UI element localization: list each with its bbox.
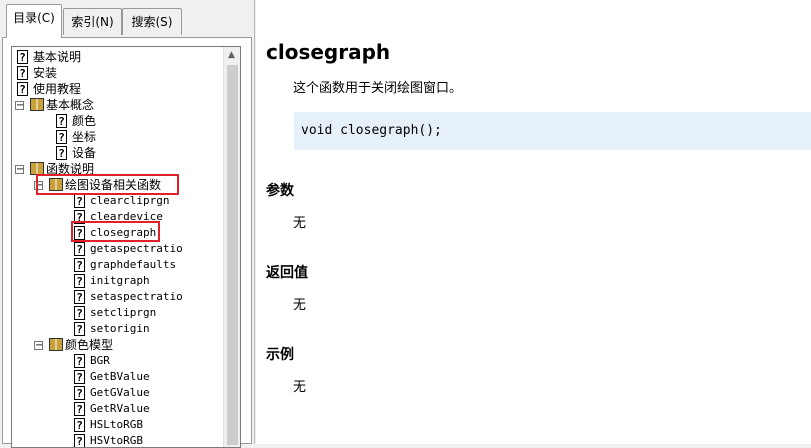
tree-item-label: 使用教程	[33, 82, 82, 96]
navigation-pane: 目录(C) 索引(N) 搜索(S) ▲ ? 基本说明? 安装? 使用教程 − 基本概念? 颜…	[0, 0, 255, 448]
tree-item-label: 绘图设备相关函数	[65, 178, 162, 192]
contents-tree[interactable]: ▲ ? 基本说明? 安装? 使用教程 − 基本概念? 颜色? 坐标? 设备 − 函数说明 − 绘图设备相…	[11, 46, 241, 448]
tree-collapse-icon[interactable]: −	[34, 341, 43, 351]
help-topic-icon: ?	[74, 402, 85, 416]
tab-search[interactable]: 搜索(S)	[122, 8, 182, 35]
topic-content: closegraph 这个函数用于关闭绘图窗口。 void closegraph…	[256, 0, 811, 444]
scrollbar-thumb[interactable]	[227, 65, 238, 445]
params-heading: 参数	[266, 183, 294, 199]
tree-item[interactable]: ? 设备	[12, 145, 220, 161]
tree-item[interactable]: ? GetBValue	[12, 369, 220, 385]
tree-item[interactable]: ? getaspectratio	[12, 241, 220, 257]
tree-item[interactable]: ? 安装	[12, 65, 220, 81]
tree-item-label: closegraph	[90, 226, 157, 239]
tree-item-label: clearcliprgn	[90, 194, 170, 207]
tree-item[interactable]: ? HSLtoRGB	[12, 417, 220, 433]
tree-item-label: HSVtoRGB	[90, 434, 143, 447]
tree-item-label: 设备	[72, 146, 97, 160]
help-topic-icon: ?	[56, 130, 67, 144]
tree-item[interactable]: ? setaspectratio	[12, 289, 220, 305]
tree-item[interactable]: ? initgraph	[12, 273, 220, 289]
help-topic-icon: ?	[74, 354, 85, 368]
tree-item-label: 颜色	[72, 114, 97, 128]
help-topic-icon: ?	[56, 146, 67, 160]
help-topic-icon: ?	[74, 258, 85, 272]
tree-item-label: setcliprgn	[90, 306, 157, 319]
tree-item-label: getaspectratio	[90, 242, 183, 255]
tree-item[interactable]: ? setorigin	[12, 321, 220, 337]
help-topic-icon: ?	[74, 210, 85, 224]
nav-tabs: 目录(C) 索引(N) 搜索(S)	[0, 0, 255, 38]
tree-item-label: GetRValue	[90, 402, 150, 415]
tree-item[interactable]: ? 使用教程	[12, 81, 220, 97]
help-topic-icon: ?	[74, 242, 85, 256]
tree-item[interactable]: − 函数说明	[12, 161, 220, 177]
help-topic-icon: ?	[74, 434, 85, 447]
tree-item-label: HSLtoRGB	[90, 418, 143, 431]
example-value: 无	[293, 380, 307, 395]
tree-item-label: initgraph	[90, 274, 150, 287]
help-topic-icon: ?	[74, 386, 85, 400]
help-topic-icon: ?	[74, 274, 85, 288]
book-icon	[49, 178, 63, 191]
help-topic-icon: ?	[74, 322, 85, 336]
tree-scrollbar[interactable]: ▲	[223, 47, 240, 447]
code-signature: void closegraph();	[294, 112, 811, 150]
tree-item-label: setaspectratio	[90, 290, 183, 303]
scroll-up-arrow-icon[interactable]: ▲	[228, 50, 235, 60]
params-value: 无	[293, 216, 307, 231]
book-icon	[30, 98, 44, 111]
book-icon	[49, 338, 63, 351]
tree-item-label: graphdefaults	[90, 258, 177, 271]
tree-item-label: GetBValue	[90, 370, 150, 383]
tree-item-label: setorigin	[90, 322, 150, 335]
tree-item-label: cleardevice	[90, 210, 163, 223]
return-value: 无	[293, 298, 307, 313]
tree-item[interactable]: ? closegraph	[12, 225, 220, 241]
tree-item-label: BGR	[90, 354, 110, 367]
tree-item[interactable]: ? graphdefaults	[12, 257, 220, 273]
tree-item[interactable]: ? clearcliprgn	[12, 193, 220, 209]
tree-item[interactable]: − 基本概念	[12, 97, 220, 113]
function-description: 这个函数用于关闭绘图窗口。	[293, 81, 463, 96]
help-topic-icon: ?	[74, 306, 85, 320]
help-topic-icon: ?	[56, 114, 67, 128]
tree-collapse-icon[interactable]: −	[15, 165, 24, 175]
book-icon	[30, 162, 44, 175]
tree-item-label: 基本说明	[33, 50, 82, 64]
tree-item-label: 颜色模型	[65, 338, 114, 352]
help-topic-icon: ?	[74, 290, 85, 304]
tree-item[interactable]: ? GetRValue	[12, 401, 220, 417]
help-topic-icon: ?	[17, 66, 28, 80]
help-topic-icon: ?	[17, 50, 28, 64]
tree-item[interactable]: ? GetGValue	[12, 385, 220, 401]
tree-item[interactable]: ? cleardevice	[12, 209, 220, 225]
tree-item[interactable]: ? BGR	[12, 353, 220, 369]
tree-item-label: 基本概念	[46, 98, 95, 112]
tree-item-label: 坐标	[72, 130, 97, 144]
tree-item-label: 函数说明	[46, 162, 95, 176]
help-topic-icon: ?	[74, 226, 85, 240]
help-topic-icon: ?	[17, 82, 28, 96]
tree-collapse-icon[interactable]: −	[15, 101, 24, 111]
example-heading: 示例	[266, 347, 294, 363]
tree-item-label: 安装	[33, 66, 58, 80]
tree-item[interactable]: − 颜色模型	[12, 337, 220, 353]
return-heading: 返回值	[266, 265, 308, 281]
tree-item-label: GetGValue	[90, 386, 150, 399]
help-topic-icon: ?	[74, 194, 85, 208]
help-topic-icon: ?	[74, 370, 85, 384]
tree-item[interactable]: ? HSVtoRGB	[12, 433, 220, 447]
tree-collapse-icon[interactable]: −	[34, 181, 43, 191]
page-title: closegraph	[266, 40, 391, 64]
tree-item[interactable]: − 绘图设备相关函数	[12, 177, 220, 193]
tree-item[interactable]: ? 基本说明	[12, 49, 220, 65]
tree-item[interactable]: ? 坐标	[12, 129, 220, 145]
tab-contents[interactable]: 目录(C)	[6, 4, 62, 38]
tab-index[interactable]: 索引(N)	[63, 8, 122, 35]
tree-item[interactable]: ? 颜色	[12, 113, 220, 129]
contents-tab-body: ▲ ? 基本说明? 安装? 使用教程 − 基本概念? 颜色? 坐标? 设备 − 函数说明 − 绘图设备相…	[2, 37, 252, 448]
help-topic-icon: ?	[74, 418, 85, 432]
tree-item[interactable]: ? setcliprgn	[12, 305, 220, 321]
